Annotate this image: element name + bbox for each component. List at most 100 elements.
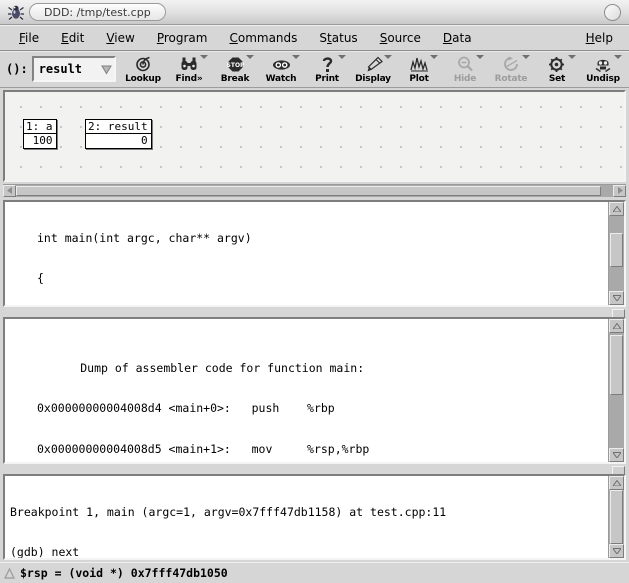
source-vscroll-track[interactable]: [609, 216, 624, 292]
hscroll-thumb[interactable]: [16, 185, 602, 197]
source-window[interactable]: int main(int argc, char** argv) { STOP i…: [3, 200, 626, 308]
hscroll-track[interactable]: [16, 184, 613, 198]
menu-status[interactable]: Status: [308, 29, 368, 47]
display-box-title: 2: result: [86, 120, 151, 134]
console-vscroll-thumb[interactable]: [610, 490, 623, 545]
scroll-up-icon[interactable]: [609, 202, 624, 217]
toolbar-label-hide: Hide: [453, 74, 477, 84]
binoculars-icon: [180, 55, 198, 73]
scroll-left-icon[interactable]: [3, 184, 16, 198]
source-line[interactable]: int main(int argc, char** argv): [5, 230, 608, 245]
toolbar-button-display[interactable]: Display: [350, 54, 396, 84]
scroll-down-icon[interactable]: [609, 291, 624, 306]
skull-icon: [594, 55, 612, 73]
assembler-line-text: 0x00000000004008d5 <main+1>: mov %rsp,%r…: [37, 441, 370, 456]
toolbar-button-find[interactable]: Find»: [166, 54, 212, 84]
scroll-down-icon[interactable]: [609, 544, 624, 559]
menu-caret-icon[interactable]: [430, 55, 438, 59]
toolbar-button-undisp[interactable]: Undisp: [580, 54, 626, 84]
data-display-canvas[interactable]: 1: a 100 2: result 0: [5, 92, 624, 180]
gdb-console-text-area[interactable]: Breakpoint 1, main (argc=1, argv=0x7fff4…: [5, 476, 608, 558]
toolbar-button-watch[interactable]: Watch: [258, 54, 304, 84]
menu-commands[interactable]: Commands: [218, 29, 308, 47]
assembler-text-area[interactable]: Dump of assembler code for function main…: [5, 319, 608, 462]
display-box-result[interactable]: 2: result 0: [85, 119, 152, 149]
chevron-down-icon[interactable]: [99, 60, 113, 78]
toolbar-button-plot[interactable]: Plot: [396, 54, 442, 84]
toolbar-label-lookup: Lookup: [125, 74, 161, 84]
menu-status-label: atus: [331, 30, 358, 45]
menu-data[interactable]: Data: [432, 29, 483, 47]
console-line: Breakpoint 1, main (argc=1, argv=0x7fff4…: [10, 505, 608, 519]
assembler-line[interactable]: 0x00000000004008d4 <main+0>: push %rbp: [5, 402, 608, 416]
window-title: DDD: /tmp/test.cpp: [29, 3, 166, 21]
question-mark-icon: [321, 55, 334, 73]
eyes-icon: [272, 55, 291, 73]
menu-source-label: ource: [387, 30, 421, 45]
scroll-up-icon[interactable]: [609, 476, 624, 491]
toolbar-button-lookup[interactable]: Lookup: [120, 54, 166, 84]
gear-icon: [548, 55, 566, 73]
toolbar-button-print[interactable]: Print: [304, 54, 350, 84]
assembler-vscroll-track[interactable]: [609, 333, 624, 449]
menu-caret-icon[interactable]: [200, 55, 208, 59]
bug-icon: [8, 5, 24, 20]
display-box-value: 100: [32, 134, 53, 147]
menu-caret-icon[interactable]: [338, 55, 346, 59]
status-bar: $rsp = (void *) 0x7fff47db1050: [0, 562, 629, 583]
menu-caret-icon[interactable]: [246, 55, 254, 59]
gdb-console-vertical-scrollbar[interactable]: [608, 476, 624, 559]
menu-caret-icon[interactable]: [384, 55, 392, 59]
scroll-right-icon[interactable]: [613, 184, 626, 198]
data-window-horizontal-scrollbar[interactable]: [3, 183, 626, 198]
toolbar-button-break[interactable]: STOP Break: [212, 54, 258, 84]
toolbar-button-set[interactable]: Set: [534, 54, 580, 84]
menu-help[interactable]: Help: [575, 29, 629, 47]
argument-field[interactable]: result: [31, 56, 116, 82]
ddd-main-window: DDD: /tmp/test.cpp File Edit View Progra…: [0, 0, 629, 583]
gdb-console-window[interactable]: Breakpoint 1, main (argc=1, argv=0x7fff4…: [3, 474, 626, 561]
source-line-text: {: [37, 271, 44, 286]
menu-caret-icon[interactable]: [292, 55, 300, 59]
menu-program[interactable]: Program: [146, 29, 219, 47]
source-line-text: int main(int argc, char** argv): [37, 230, 252, 245]
menu-file[interactable]: File: [8, 29, 50, 47]
menu-caret-icon[interactable]: [568, 55, 576, 59]
scroll-down-icon[interactable]: [609, 448, 624, 463]
menu-view[interactable]: View: [95, 29, 145, 47]
display-box-value: 0: [140, 134, 148, 147]
source-vscroll-thumb[interactable]: [610, 232, 623, 268]
console-line: (gdb) next: [10, 545, 608, 559]
menu-file-label: ile: [25, 30, 40, 45]
argument-input[interactable]: result: [34, 62, 99, 76]
assembler-window[interactable]: Dump of assembler code for function main…: [3, 317, 626, 465]
console-line-text: (gdb) next: [10, 545, 80, 559]
tool-bar: (): result Lookup Find» STOP Break Watch…: [0, 51, 629, 88]
assembler-window-vertical-scrollbar[interactable]: [608, 319, 624, 463]
toolbar-button-hide[interactable]: Hide: [442, 54, 488, 84]
plot-icon: [409, 55, 429, 73]
data-display-window[interactable]: 1: a 100 2: result 0: [3, 90, 626, 182]
source-window-vertical-scrollbar[interactable]: [608, 202, 624, 306]
source-text-area[interactable]: int main(int argc, char** argv) { STOP i…: [5, 202, 608, 305]
assembler-line[interactable]: 0x00000000004008d5 <main+1>: mov %rsp,%r…: [5, 441, 608, 456]
menu-caret-icon[interactable]: [476, 55, 484, 59]
source-line[interactable]: {: [5, 271, 608, 286]
console-vscroll-track[interactable]: [609, 490, 624, 545]
menu-caret-icon[interactable]: [614, 55, 622, 59]
toolbar-label-display: Display: [355, 74, 391, 84]
menu-caret-icon[interactable]: [522, 55, 530, 59]
toolbar-label-rotate: Rotate: [494, 74, 528, 84]
svg-text:STOP: STOP: [227, 62, 244, 69]
window-shade-button[interactable]: [604, 4, 621, 21]
toolbar-button-rotate[interactable]: Rotate: [488, 54, 534, 84]
menu-source[interactable]: Source: [369, 29, 432, 47]
magnifier-icon: [457, 55, 474, 73]
toolbar-label-find: Find»: [175, 74, 203, 84]
display-box-a[interactable]: 1: a 100: [23, 119, 57, 149]
assembler-vscroll-thumb[interactable]: [610, 335, 623, 396]
display-box-title: 1: a: [24, 120, 56, 134]
scroll-up-icon[interactable]: [609, 319, 624, 334]
argument-field-label: ():: [6, 62, 28, 76]
menu-edit[interactable]: Edit: [50, 29, 95, 47]
